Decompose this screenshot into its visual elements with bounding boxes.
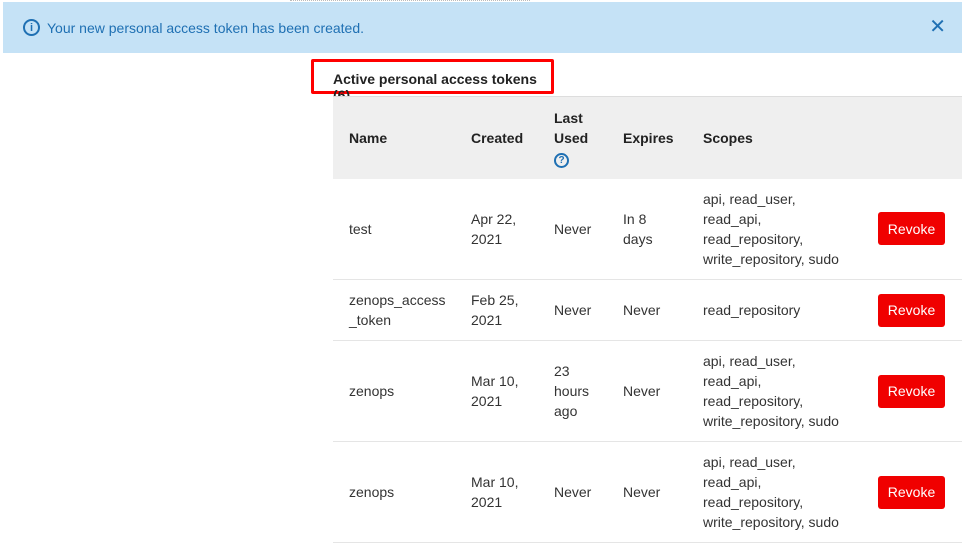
token-scopes-line: api, read_user, [703, 353, 796, 369]
token-name: zenops [333, 341, 471, 442]
header-name: Name [349, 129, 388, 146]
info-icon: i [23, 19, 40, 36]
token-created-line: Mar 10, [471, 474, 519, 490]
token-scopes: api, read_user, read_api, read_repository,… [703, 179, 878, 280]
token-created-line: 2021 [471, 230, 503, 247]
token-created: Mar 10, 2021 [471, 341, 554, 442]
token-expires: Never [623, 280, 703, 341]
header-expires: Expires [623, 129, 674, 146]
token-last-used: Never [554, 442, 623, 543]
token-last-used: Never [554, 179, 623, 280]
token-name-line: zenops [349, 484, 395, 500]
token-scopes-line: read_repository, [703, 494, 804, 510]
token-scopes: read_repository [703, 280, 878, 341]
header-actions [878, 97, 962, 179]
token-created-line: Feb 25, [471, 292, 519, 308]
token-expires: Never [623, 442, 703, 543]
alert-message: Your new personal access token has been … [47, 19, 365, 36]
token-last-used-line: hours [554, 383, 590, 399]
token-created: Feb 25, 2021 [471, 280, 554, 341]
token-scopes-line: read_repository, [703, 393, 804, 409]
token-expires-line: In 8 [623, 210, 647, 227]
token-last-used-line: Never [554, 220, 592, 237]
token-created: Apr 22, 2021 [471, 179, 554, 280]
token-created-line: 2021 [471, 312, 503, 328]
token-created: Mar 10, 2021 [471, 442, 554, 543]
token-name: test [333, 179, 471, 280]
token-last-used-line: ago [554, 403, 578, 419]
tokens-table: Name Created Last Used ? Expires Scopes … [333, 96, 962, 543]
token-actions: Revoke [878, 280, 962, 341]
token-last-used: Never [554, 280, 623, 341]
header-last-used-line1: Last [554, 109, 583, 126]
table-row: zenops Mar 10, 2021 Never Never api, read_use… [333, 442, 962, 543]
token-expires: Never [623, 341, 703, 442]
token-scopes-line: read_api, [703, 474, 762, 490]
token-created-line: Mar 10, [471, 373, 519, 389]
token-scopes-line: write_repository, sudo [703, 514, 839, 530]
revoke-button[interactable]: Revoke [878, 212, 945, 246]
token-scopes-line: api, read_user, [703, 454, 796, 470]
table-row: test Apr 22, 2021 Never In 8 days api, read_us… [333, 179, 962, 280]
token-scopes-line: api, read_user, [703, 190, 796, 207]
token-scopes: api, read_user, read_api, read_repository,… [703, 341, 878, 442]
token-created-line: 2021 [471, 494, 503, 510]
token-scopes-line: write_repository, sudo [703, 413, 839, 429]
token-last-used-line: Never [554, 484, 592, 500]
token-scopes-line: read_repository, [703, 230, 804, 247]
token-name-line: _token [349, 312, 392, 328]
token-expires-line: Never [623, 484, 661, 500]
section-title: Active personal access tokens (6) [311, 59, 554, 103]
success-alert: i Your new personal access token has bee… [3, 2, 962, 53]
token-name-line: zenops_access [349, 292, 446, 308]
header-last-used: Last Used ? [554, 97, 623, 179]
revoke-button[interactable]: Revoke [878, 475, 945, 509]
token-actions: Revoke [878, 179, 962, 280]
token-last-used-line: 23 [554, 363, 570, 379]
token-expires: In 8 days [623, 179, 703, 280]
token-expires-line: Never [623, 383, 661, 399]
token-scopes-line: read_api, [703, 373, 762, 389]
token-scopes-line: write_repository, sudo [703, 250, 839, 267]
token-last-used-line: Never [554, 302, 592, 318]
token-last-used: 23 hours ago [554, 341, 623, 442]
table-row: zenops_access _token Feb 25, 2021 Never Never… [333, 280, 962, 341]
token-created-line: 2021 [471, 393, 503, 409]
token-name: zenops [333, 442, 471, 543]
revoke-button[interactable]: Revoke [878, 293, 945, 327]
header-last-used-line2: Used [554, 129, 589, 146]
help-icon[interactable]: ? [554, 153, 569, 168]
close-icon[interactable]: ✕ [929, 17, 946, 37]
token-scopes-line: read_api, [703, 210, 762, 227]
revoke-button[interactable]: Revoke [878, 374, 945, 408]
token-expires-line: days [623, 230, 653, 247]
header-created: Created [471, 129, 524, 146]
token-name-line: zenops [349, 383, 395, 399]
token-name: zenops_access _token [333, 280, 471, 341]
token-actions: Revoke [878, 341, 962, 442]
token-actions: Revoke [878, 442, 962, 543]
token-name-line: test [349, 220, 372, 237]
token-created-line: Apr 22, [471, 210, 517, 227]
table-header: Name Created Last Used ? Expires Scopes [333, 96, 962, 179]
token-expires-line: Never [623, 302, 661, 318]
header-scopes: Scopes [703, 129, 753, 146]
token-scopes: api, read_user, read_api, read_repository,… [703, 442, 878, 543]
table-row: zenops Mar 10, 2021 23 hours ago Never api, rea… [333, 341, 962, 442]
token-scopes-line: read_repository [703, 302, 801, 318]
